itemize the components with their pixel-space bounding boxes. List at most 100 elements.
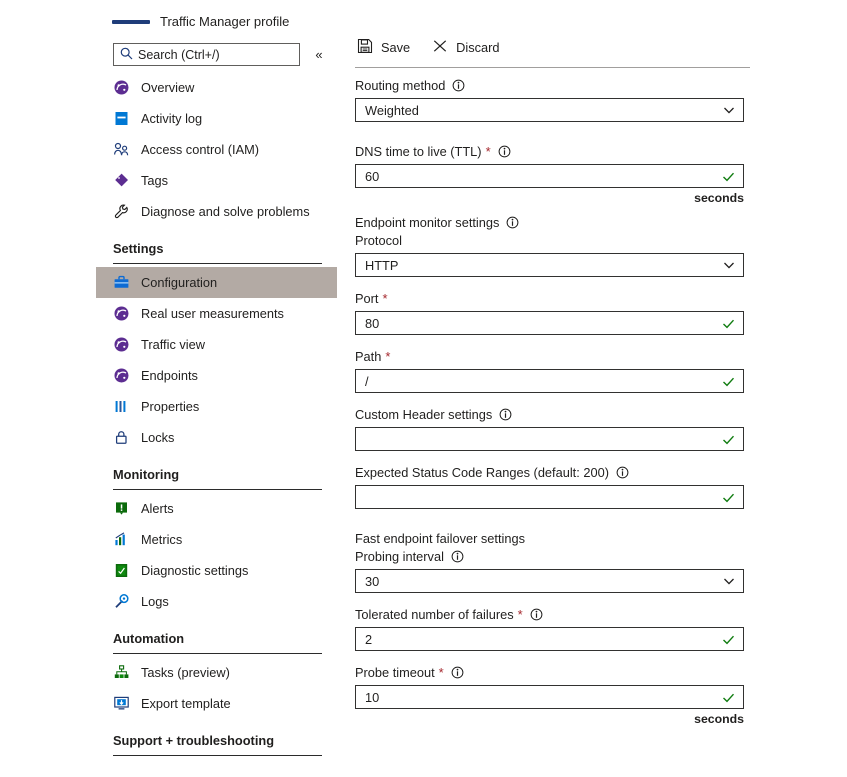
sidebar-item-tasks-preview[interactable]: Tasks (preview) — [0, 657, 340, 688]
routing-method-dropdown[interactable] — [355, 98, 744, 122]
discard-label: Discard — [456, 40, 500, 55]
command-bar-divider — [355, 67, 750, 68]
sidebar-item-real-user-measurements[interactable]: Real user measurements — [0, 298, 340, 329]
routing-method-value[interactable] — [365, 102, 716, 118]
valid-check-icon — [721, 690, 736, 705]
sidebar-item-diagnose-and-solve-problems[interactable]: Diagnose and solve problems — [0, 196, 340, 227]
sidebar-item-label: Logs — [141, 594, 169, 609]
path-value[interactable] — [365, 373, 715, 389]
custom-header-settings-input[interactable] — [355, 427, 744, 451]
tolerated-number-of-failures-label: Tolerated number of failures * — [355, 607, 847, 622]
sidebar-item-locks[interactable]: Locks — [0, 422, 340, 453]
routing-method-label: Routing method — [355, 78, 847, 93]
info-icon[interactable] — [451, 666, 464, 679]
probing-interval-value[interactable] — [365, 573, 716, 589]
sidebar-item-label: Tags — [141, 173, 169, 188]
endpoint-monitor-settings-label: Endpoint monitor settings — [355, 215, 847, 230]
info-icon[interactable] — [499, 408, 512, 421]
sidebar-item-label: Alerts — [141, 501, 174, 516]
port-field: Port * — [355, 291, 847, 335]
wrench-icon — [113, 203, 130, 220]
sidebar-item-label: Endpoints — [141, 368, 198, 383]
sidebar-item-configuration[interactable]: Configuration — [96, 267, 337, 298]
protocol-field: Protocol — [355, 233, 847, 277]
sidebar-item-export-template[interactable]: Export template — [0, 688, 340, 719]
activity-log-icon — [113, 110, 130, 127]
tolerated-number-of-failures-input[interactable] — [355, 627, 744, 651]
sidebar-item-label: Activity log — [141, 111, 203, 126]
logs-icon — [113, 593, 130, 610]
sidebar-search-row: « — [113, 43, 328, 66]
overview-icon — [113, 336, 130, 353]
sidebar-item-access-control-iam[interactable]: Access control (IAM) — [0, 134, 340, 165]
sidebar-item-tags[interactable]: Tags — [0, 165, 340, 196]
sidebar-section-title: Support + troubleshooting — [113, 733, 275, 748]
sidebar-item-overview[interactable]: Overview — [0, 72, 340, 103]
dns-ttl-input[interactable] — [355, 164, 744, 188]
alerts-icon — [113, 500, 130, 517]
probe-timeout-input[interactable] — [355, 685, 744, 709]
lock-icon — [113, 429, 130, 446]
probe-timeout-value[interactable] — [365, 689, 715, 705]
search-icon — [120, 47, 133, 63]
valid-check-icon — [721, 432, 736, 447]
protocol-dropdown[interactable] — [355, 253, 744, 277]
sidebar-item-alerts[interactable]: Alerts — [0, 493, 340, 524]
custom-header-settings-value[interactable] — [365, 431, 715, 447]
custom-header-settings-label: Custom Header settings — [355, 407, 847, 422]
discard-button[interactable]: Discard — [430, 36, 501, 59]
sidebar-item-traffic-view[interactable]: Traffic view — [0, 329, 340, 360]
overview-icon — [113, 367, 130, 384]
required-marker: * — [438, 665, 444, 680]
sidebar-item-endpoints[interactable]: Endpoints — [0, 360, 340, 391]
sidebar-item-properties[interactable]: Properties — [0, 391, 340, 422]
sidebar-section-automation: Automation — [0, 617, 340, 654]
sidebar-item-label: Real user measurements — [141, 306, 284, 321]
valid-check-icon — [721, 632, 736, 647]
sidebar-item-label: Access control (IAM) — [141, 142, 260, 157]
probing-interval-field: Probing interval — [355, 549, 847, 593]
tolerated-number-of-failures-value[interactable] — [365, 631, 715, 647]
sidebar-item-label: Tasks (preview) — [141, 665, 230, 680]
sidebar-section-divider — [113, 263, 322, 264]
collapse-sidebar-icon[interactable]: « — [310, 45, 328, 65]
dns-ttl-suffix: seconds — [694, 191, 744, 205]
search-input[interactable] — [138, 47, 293, 62]
access-control-icon — [113, 141, 130, 158]
overview-icon — [113, 79, 130, 96]
routing-method-field: Routing method — [355, 78, 847, 122]
sidebar-section-monitoring: Monitoring — [0, 453, 340, 490]
info-icon[interactable] — [616, 466, 629, 479]
sidebar-section-divider — [113, 489, 322, 490]
sidebar-item-logs[interactable]: Logs — [0, 586, 340, 617]
chevron-down-icon — [722, 258, 736, 272]
info-icon[interactable] — [451, 550, 464, 563]
expected-status-code-ranges-field: Expected Status Code Ranges (default: 20… — [355, 465, 847, 509]
info-icon[interactable] — [498, 145, 511, 158]
sidebar-item-activity-log[interactable]: Activity log — [0, 103, 340, 134]
resource-breadcrumb: Traffic Manager profile — [112, 14, 289, 29]
info-icon[interactable] — [452, 79, 465, 92]
sidebar-item-label: Metrics — [141, 532, 183, 547]
expected-status-code-ranges-value[interactable] — [365, 489, 715, 505]
protocol-value[interactable] — [365, 257, 716, 273]
sidebar-item-metrics[interactable]: Metrics — [0, 524, 340, 555]
port-label: Port * — [355, 291, 388, 306]
resource-accent-bar — [112, 19, 150, 24]
save-button[interactable]: Save — [355, 36, 412, 59]
probing-interval-dropdown[interactable] — [355, 569, 744, 593]
required-marker: * — [517, 607, 523, 622]
info-icon[interactable] — [530, 608, 543, 621]
expected-status-code-ranges-input[interactable] — [355, 485, 744, 509]
path-input[interactable] — [355, 369, 744, 393]
sidebar-item-diagnostic-settings[interactable]: Diagnostic settings — [0, 555, 340, 586]
port-value[interactable] — [365, 315, 715, 331]
sidebar-section-title: Monitoring — [113, 467, 180, 482]
sidebar-item-label: Diagnose and solve problems — [141, 204, 310, 219]
port-input[interactable] — [355, 311, 744, 335]
valid-check-icon — [721, 374, 736, 389]
command-bar: Save Discard — [355, 36, 502, 59]
search-box[interactable] — [113, 43, 300, 66]
dns-ttl-value[interactable] — [365, 168, 715, 184]
info-icon[interactable] — [506, 216, 519, 229]
